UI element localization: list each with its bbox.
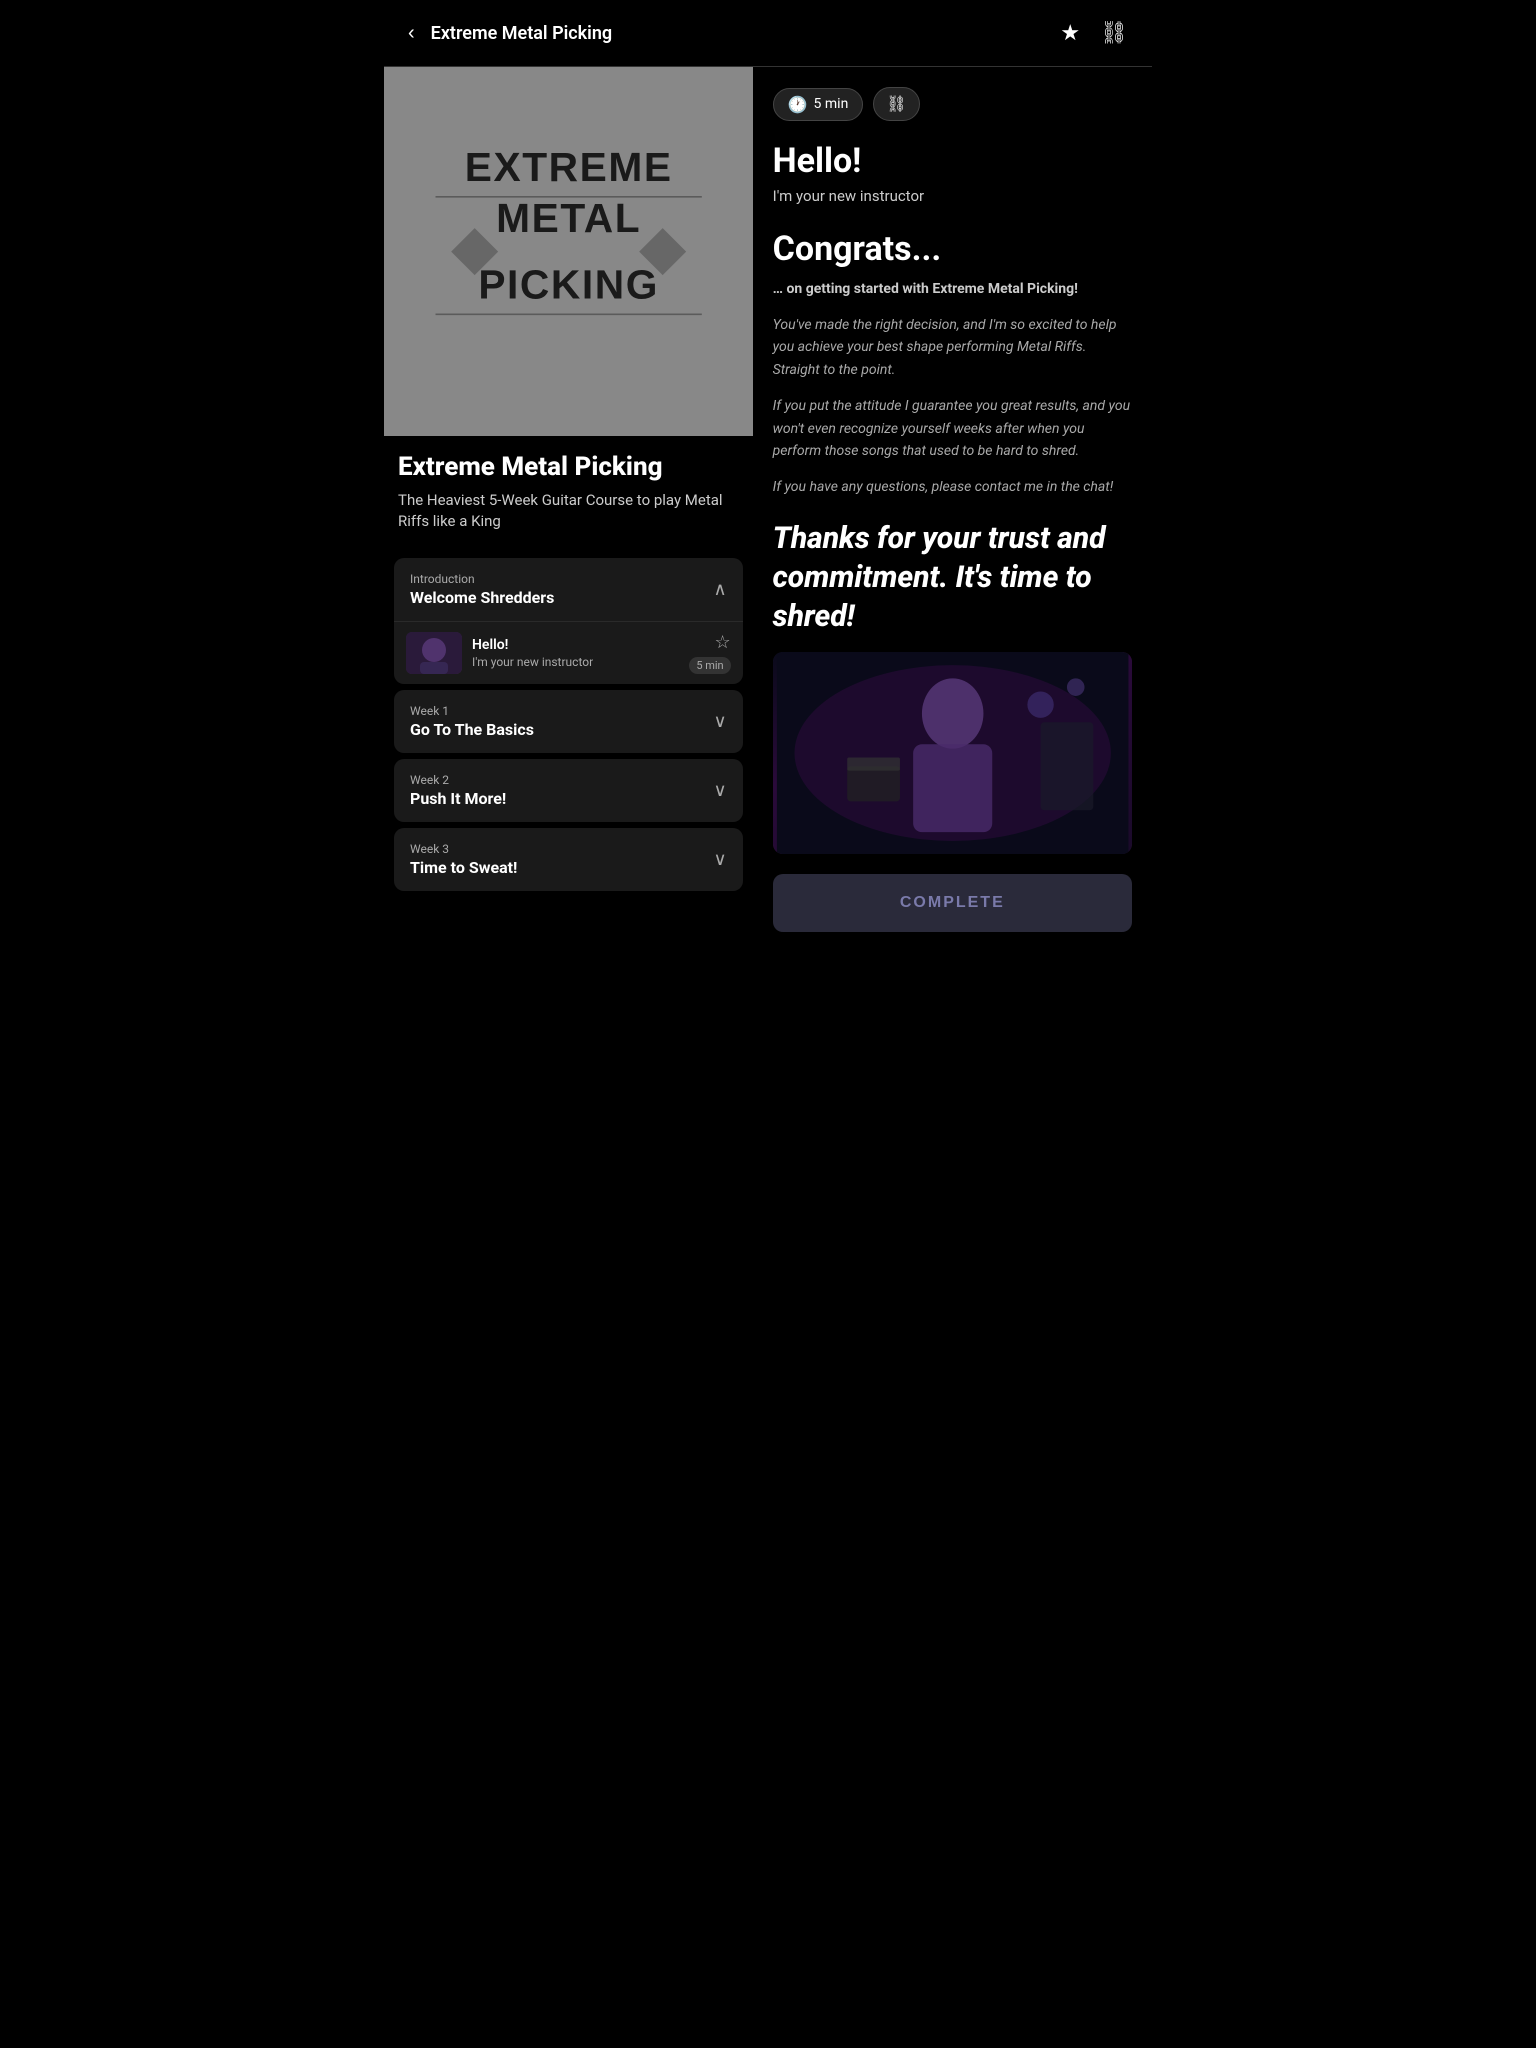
course-info: Extreme Metal Picking The Heaviest 5-Wee… [384,436,753,552]
section-header-week1[interactable]: Week 1 Go To The Basics ∨ [394,690,743,753]
lesson-star-icon[interactable]: ☆ [714,632,730,653]
back-button[interactable]: ‹ [404,18,419,49]
duration-text: 5 min [814,96,849,112]
lesson-info: Hello! I'm your new instructor [472,637,679,669]
lesson-duration: 5 min [689,657,730,674]
video-preview[interactable]: ▶ [773,652,1132,854]
section-item-week3: Week 3 Time to Sweat! ∨ [394,828,743,891]
section-list: Introduction Welcome Shredders ∧ [384,558,753,917]
lesson-subtitle-hello: I'm your new instructor [472,655,679,669]
right-panel: 🕐 5 min ⛓ Hello! I'm your new instructor… [753,67,1152,1032]
section-label-week3: Week 3 [410,842,517,856]
section-item-week2: Week 2 Push It More! ∨ [394,759,743,822]
body-paragraph-3: If you have any questions, please contac… [773,476,1132,498]
lesson-item-hello[interactable]: Hello! I'm your new instructor ☆ 5 min [394,621,743,684]
chevron-down-icon-week1: ∨ [713,711,726,732]
course-image: EXTREME METAL PICKING [384,67,753,436]
favorite-button[interactable]: ★ [1056,16,1084,50]
header: ‹ Extreme Metal Picking ★ ⛓ [384,0,1152,67]
greeting-heading: Hello! [773,141,1132,181]
body-paragraph-2: If you put the attitude I guarantee you … [773,395,1132,462]
duration-badge: 🕐 5 min [773,88,864,121]
section-label-week2: Week 2 [410,773,506,787]
badge-row: 🕐 5 min ⛓ [773,87,1132,121]
section-name-introduction: Welcome Shredders [410,588,554,607]
body-paragraph-1: You've made the right decision, and I'm … [773,314,1132,381]
course-logo-svg: EXTREME METAL PICKING [412,95,725,408]
main-content: EXTREME METAL PICKING Extreme Metal Pick… [384,67,1152,1032]
lesson-thumb-image [406,632,462,674]
header-title: Extreme Metal Picking [431,23,612,44]
clock-icon: 🕐 [788,95,808,114]
chevron-down-icon-week3: ∨ [713,849,726,870]
greeting-subheading: I'm your new instructor [773,187,1132,205]
congrats-sub: … on getting started with Extreme Metal … [773,279,1132,300]
section-item-week1: Week 1 Go To The Basics ∨ [394,690,743,753]
section-header-text: Introduction Welcome Shredders [410,572,554,607]
section-header-week2[interactable]: Week 2 Push It More! ∨ [394,759,743,822]
svg-text:EXTREME: EXTREME [464,144,672,190]
complete-button[interactable]: COMPLETE [773,874,1132,932]
section-name-week2: Push It More! [410,789,506,808]
link-button[interactable]: ⛓ [873,87,919,121]
video-person-background [773,652,1132,854]
section-header-week3[interactable]: Week 3 Time to Sweat! ∨ [394,828,743,891]
course-subtitle: The Heaviest 5-Week Guitar Course to pla… [398,490,739,532]
congrats-heading: Congrats... [773,229,1132,269]
section-header-text-week3: Week 3 Time to Sweat! [410,842,517,877]
header-left: ‹ Extreme Metal Picking [404,18,612,49]
section-header-text-week2: Week 2 Push It More! [410,773,506,808]
chevron-up-icon: ∧ [713,579,726,600]
trust-heading: Thanks for your trust and commitment. It… [773,519,1132,636]
lesson-right: ☆ 5 min [689,632,730,674]
chevron-down-icon-week2: ∨ [713,780,726,801]
section-label-introduction: Introduction [410,572,554,586]
course-title: Extreme Metal Picking [398,452,739,482]
section-name-week3: Time to Sweat! [410,858,517,877]
lesson-title-hello: Hello! [472,637,679,653]
section-item-introduction: Introduction Welcome Shredders ∧ [394,558,743,684]
share-button[interactable]: ⛓ [1096,16,1132,50]
video-background-svg [773,652,1132,854]
section-name-week1: Go To The Basics [410,720,534,739]
lesson-thumbnail [406,632,462,674]
svg-text:PICKING: PICKING [478,261,659,307]
section-header-text-week1: Week 1 Go To The Basics [410,704,534,739]
svg-text:METAL: METAL [496,195,641,241]
section-header-introduction[interactable]: Introduction Welcome Shredders ∧ [394,558,743,621]
header-right: ★ ⛓ [1056,16,1132,50]
section-label-week1: Week 1 [410,704,534,718]
left-panel: EXTREME METAL PICKING Extreme Metal Pick… [384,67,753,1032]
